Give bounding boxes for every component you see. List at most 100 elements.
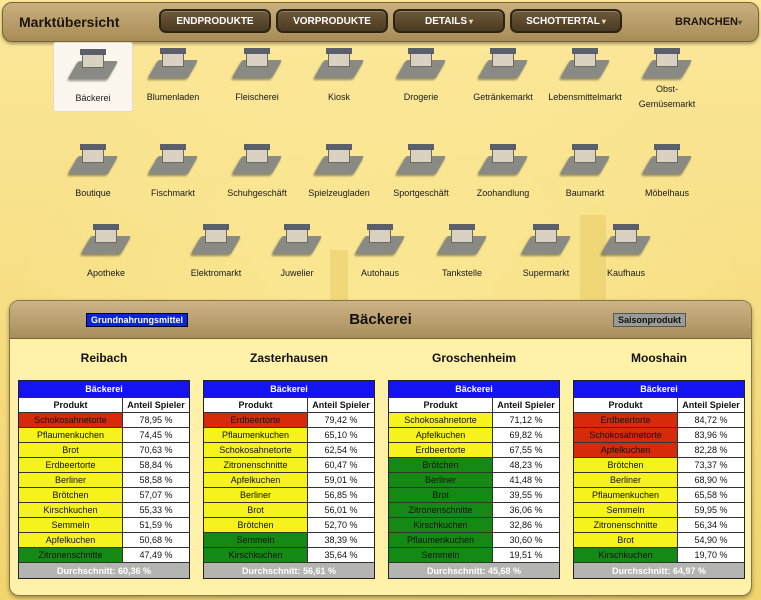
product-cell: Berliner — [19, 473, 123, 487]
shop-item[interactable]: Kaufhaus — [586, 218, 666, 288]
shop-label: Autohaus — [360, 268, 400, 278]
boutique-building-icon — [67, 144, 119, 176]
table-row: Zitronenschnitte 56,34 % — [574, 517, 744, 532]
average-footer: Durchschnitt: 64,97 % — [574, 562, 744, 578]
shop-item[interactable]: Obst- Gemüsemarkt — [627, 42, 707, 112]
shop-label: Sportgeschäft — [393, 188, 449, 198]
product-cell: Apfelkuchen — [574, 443, 678, 457]
branchen-dropdown[interactable]: BRANCHEN▾ — [675, 16, 742, 28]
share-cell: 73,37 % — [678, 458, 744, 472]
electronics-store-building-icon — [190, 224, 242, 256]
pet-shop-building-icon — [477, 144, 529, 176]
share-cell: 48,23 % — [493, 458, 559, 472]
furniture-store-building-icon — [641, 144, 693, 176]
shop-item[interactable]: Baumarkt — [545, 138, 625, 208]
product-cell: Apfelkuchen — [19, 533, 123, 547]
share-cell: 30,60 % — [493, 533, 559, 547]
shop-label: Möbelhaus — [644, 188, 690, 198]
shop-item[interactable]: Zoohandlung — [463, 138, 543, 208]
shop-item[interactable]: Sportgeschäft — [381, 138, 461, 208]
share-cell: 79,42 % — [308, 413, 374, 427]
shop-label: Schuhgeschäft — [227, 188, 287, 198]
saisonprodukt-tag[interactable]: Saisonprodukt — [613, 313, 687, 327]
share-cell: 51,59 % — [123, 518, 189, 532]
car-dealer-building-icon — [354, 224, 406, 256]
shop-item[interactable]: Juwelier — [257, 218, 337, 288]
shop-item[interactable]: Fischmarkt — [133, 138, 213, 208]
table-row: Apfelkuchen 59,01 % — [204, 472, 374, 487]
product-cell: Brötchen — [19, 488, 123, 502]
shoe-store-building-icon — [231, 144, 283, 176]
vorprodukte-label: VORPRODUKTE — [293, 15, 371, 27]
share-cell: 54,90 % — [678, 533, 744, 547]
shop-label: Baumarkt — [565, 188, 605, 198]
table-row: Brötchen 57,07 % — [19, 487, 189, 502]
share-cell: 59,95 % — [678, 503, 744, 517]
shop-item[interactable]: Tankstelle — [422, 218, 502, 288]
page-title: Marktübersicht — [19, 14, 120, 30]
table-row: Pflaumenkuchen 74,45 % — [19, 427, 189, 442]
shop-item[interactable]: Lebensmittelmarkt — [545, 42, 625, 112]
shop-label: Lebensmittelmarkt — [548, 92, 622, 102]
toy-store-building-icon — [313, 144, 365, 176]
top-bar: Marktübersicht ENDPRODUKTE VORPRODUKTE D… — [2, 2, 759, 42]
shop-label: Kiosk — [327, 92, 350, 102]
shop-label: Fischmarkt — [150, 188, 195, 198]
shop-item[interactable]: Spielzeugladen — [299, 138, 379, 208]
shop-item[interactable]: Drogerie — [381, 42, 461, 112]
table-row: Pflaumenkuchen 65,58 % — [574, 487, 744, 502]
supermarket-building-icon — [520, 224, 572, 256]
product-cell: Semmeln — [574, 503, 678, 517]
product-cell: Erdbeertorte — [204, 413, 308, 427]
share-cell: 41,48 % — [493, 473, 559, 487]
shop-label: Zoohandlung — [476, 188, 530, 198]
product-cell: Schokosahnetorte — [574, 428, 678, 442]
details-button[interactable]: DETAILS ▾ — [393, 9, 505, 33]
share-cell: 62,54 % — [308, 443, 374, 457]
table-row: Kirschkuchen 32,86 % — [389, 517, 559, 532]
share-cell: 19,51 % — [493, 548, 559, 562]
product-cell: Schokosahnetorte — [204, 443, 308, 457]
product-cell: Pflaumenkuchen — [19, 428, 123, 442]
share-cell: 67,55 % — [493, 443, 559, 457]
shop-label: Blumenladen — [146, 92, 200, 102]
fish-market-building-icon — [147, 144, 199, 176]
product-cell: Zitronenschnitte — [574, 518, 678, 532]
column-header-product: Produkt — [389, 398, 493, 412]
shop-item[interactable]: Blumenladen — [133, 42, 213, 112]
schottertal-button[interactable]: SCHOTTERTAL ▾ — [510, 9, 622, 33]
column-header-share: Anteil Spieler — [123, 398, 189, 412]
product-cell: Kirschkuchen — [574, 548, 678, 562]
shop-item[interactable]: Apotheke — [66, 218, 146, 288]
shop-item[interactable]: Elektromarkt — [176, 218, 256, 288]
share-cell: 50,68 % — [123, 533, 189, 547]
share-cell: 57,07 % — [123, 488, 189, 502]
shop-item[interactable]: Fleischerei — [217, 42, 297, 112]
shop-item[interactable]: Getränkemarkt — [463, 42, 543, 112]
product-cell: Berliner — [389, 473, 493, 487]
table-row: Erdbeertorte 58,84 % — [19, 457, 189, 472]
shop-item[interactable]: Kiosk — [299, 42, 379, 112]
vorprodukte-button[interactable]: VORPRODUKTE — [276, 9, 388, 33]
grocery-building-icon — [559, 48, 611, 80]
shop-item[interactable]: Supermarkt — [506, 218, 586, 288]
table-row: Zitronenschnitte 36,06 % — [389, 502, 559, 517]
share-cell: 82,28 % — [678, 443, 744, 457]
shop-item[interactable]: Bäckerei — [53, 42, 133, 112]
shop-item[interactable]: Autohaus — [340, 218, 420, 288]
market-table: Bäckerei Produkt Anteil Spieler Schokosahne… — [18, 380, 190, 579]
table-row: Semmeln 51,59 % — [19, 517, 189, 532]
share-cell: 52,70 % — [308, 518, 374, 532]
city-name: Mooshain — [631, 351, 687, 365]
table-row: Brot 56,01 % — [204, 502, 374, 517]
shop-item[interactable]: Boutique — [53, 138, 133, 208]
shop-item[interactable]: Schuhgeschäft — [217, 138, 297, 208]
market-table: Bäckerei Produkt Anteil Spieler Erdbeertort… — [573, 380, 745, 579]
gas-station-building-icon — [436, 224, 488, 256]
shop-item[interactable]: Möbelhaus — [627, 138, 707, 208]
product-cell: Pflaumenkuchen — [574, 488, 678, 502]
bakery-building-icon — [67, 49, 119, 81]
dropdown-arrow-icon: ▾ — [469, 16, 474, 26]
endprodukte-button[interactable]: ENDPRODUKTE — [159, 9, 271, 33]
table-row: Kirschkuchen 35,64 % — [204, 547, 374, 562]
